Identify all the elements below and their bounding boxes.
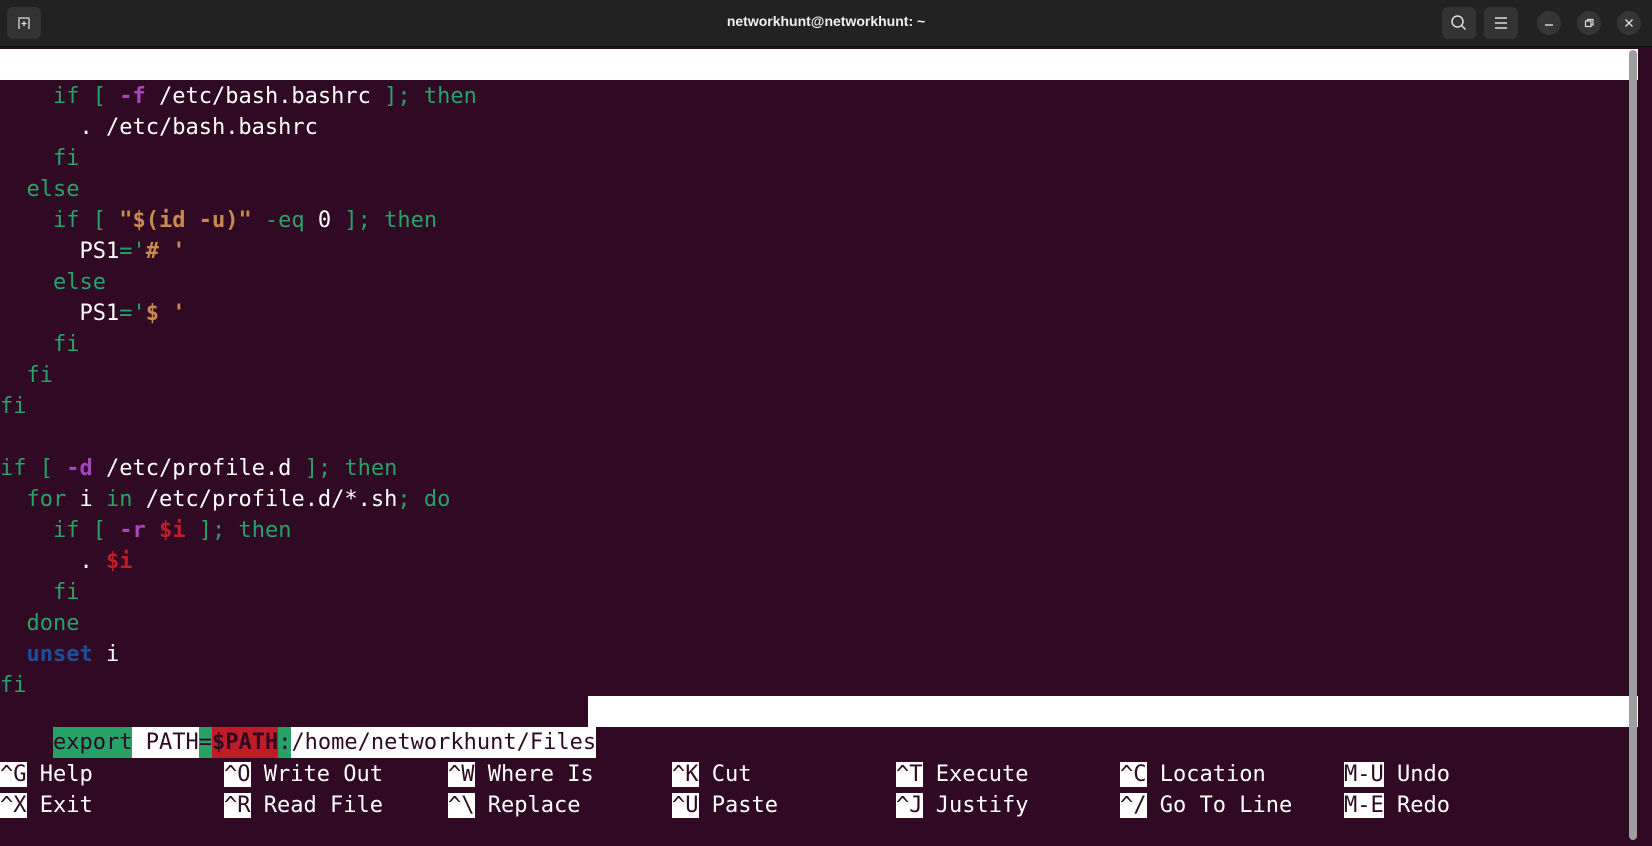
export-keyword: export — [52, 727, 133, 758]
edited-space — [132, 727, 146, 758]
code-line: if [ "$(id -u)" -eq 0 ]; then — [52, 208, 438, 233]
shortcut-label: Paste — [698, 793, 778, 818]
path-variable: $PATH — [211, 727, 279, 758]
shortcut-key: M-E — [1344, 793, 1384, 818]
shortcut-exit[interactable]: ^X Exit — [0, 790, 93, 821]
code-line: fi — [52, 332, 80, 357]
shortcut-location[interactable]: ^C Location — [1120, 759, 1266, 790]
search-icon — [1451, 15, 1467, 31]
shortcut-key: ^J — [896, 793, 923, 818]
shortcut-go-to-line[interactable]: ^/ Go To Line — [1120, 790, 1292, 821]
code-line: PS1='$ ' — [79, 301, 186, 326]
code-line: . /etc/bash.bashrc — [79, 115, 318, 140]
menu-button[interactable] — [1484, 7, 1518, 39]
shortcut-key: ^X — [0, 793, 27, 818]
shortcut-where-is[interactable]: ^W Where Is — [448, 759, 594, 790]
shortcut-label: Redo — [1383, 793, 1450, 818]
shortcut-cut[interactable]: ^K Cut — [672, 759, 751, 790]
colon: : — [278, 727, 292, 758]
shortcut-label: Exit — [26, 793, 93, 818]
shortcut-label: Undo — [1383, 762, 1450, 787]
nano-title-bar: GNU nano 7.2 /etc/profile * — [0, 49, 1638, 139]
code-line: if [ -f /etc/bash.bashrc ]; then — [52, 84, 477, 109]
scrollbar[interactable] — [1629, 50, 1637, 840]
shortcut-key: ^/ — [1120, 793, 1147, 818]
terminal-area[interactable]: GNU nano 7.2 /etc/profile * if [ -f /etc… — [0, 48, 1640, 846]
shortcut-read-file[interactable]: ^R Read File — [224, 790, 383, 821]
restore-icon — [1584, 18, 1594, 28]
shortcut-write-out[interactable]: ^O Write Out — [224, 759, 383, 790]
minimize-button[interactable] — [1537, 11, 1561, 35]
window-title: networkhunt@networkhunt: ~ — [726, 13, 926, 29]
edited-line[interactable]: export PATH=$PATH:/home/networkhunt/File… — [0, 696, 597, 758]
shortcut-key: ^\ — [448, 793, 475, 818]
shortcut-label: Justify — [922, 793, 1029, 818]
shortcut-justify[interactable]: ^J Justify — [896, 790, 1028, 821]
code-line: fi — [26, 363, 54, 388]
shortcut-label: Read File — [250, 793, 383, 818]
nano-filename: /etc/profile * — [772, 114, 958, 139]
close-icon — [1625, 19, 1633, 27]
shortcut-key: ^C — [1120, 762, 1147, 787]
shortcut-label: Execute — [922, 762, 1029, 787]
code-line: fi — [52, 580, 80, 605]
minimize-icon — [1545, 24, 1553, 26]
line-highlight — [588, 696, 1638, 727]
maximize-button[interactable] — [1577, 11, 1601, 35]
path-name: PATH — [145, 727, 199, 758]
code-line: for i in /etc/profile.d/*.sh; do — [26, 487, 451, 512]
shortcut-label: Where Is — [474, 762, 594, 787]
shortcut-key: ^O — [224, 762, 251, 787]
code-line: else — [26, 177, 80, 202]
hamburger-menu-icon — [1495, 17, 1507, 29]
shortcut-key: ^W — [448, 762, 475, 787]
search-button[interactable] — [1442, 7, 1476, 39]
shortcut-replace[interactable]: ^\ Replace — [448, 790, 580, 821]
shortcut-key: M-U — [1344, 762, 1384, 787]
close-button[interactable] — [1617, 11, 1641, 35]
equals-sign: = — [198, 727, 212, 758]
code-line: done — [26, 611, 80, 636]
shortcut-label: Help — [26, 762, 93, 787]
code-line: PS1='# ' — [79, 239, 186, 264]
shortcut-key: ^R — [224, 793, 251, 818]
shortcut-paste[interactable]: ^U Paste — [672, 790, 778, 821]
shortcut-label: Location — [1146, 762, 1266, 787]
shortcut-key: ^U — [672, 793, 699, 818]
path-value: /home/networkhunt/Files — [291, 727, 597, 758]
shortcut-redo[interactable]: M-E Redo — [1344, 790, 1450, 821]
code-line: fi — [52, 146, 80, 171]
code-line: else — [52, 270, 106, 295]
shortcut-label: Go To Line — [1146, 793, 1293, 818]
shortcut-execute[interactable]: ^T Execute — [896, 759, 1028, 790]
shortcut-key: ^T — [896, 762, 923, 787]
code-line: unset i — [26, 642, 120, 667]
code-line: if [ -d /etc/profile.d ]; then — [0, 456, 398, 481]
shortcut-label: Cut — [698, 762, 752, 787]
shortcut-key: ^K — [672, 762, 699, 787]
code-line: . $i — [79, 549, 133, 574]
shortcut-label: Write Out — [250, 762, 383, 787]
shortcut-undo[interactable]: M-U Undo — [1344, 759, 1450, 790]
code-line: if [ -r $i ]; then — [52, 518, 292, 543]
code-line: fi — [0, 394, 27, 419]
window-titlebar: networkhunt@networkhunt: ~ — [0, 0, 1652, 47]
shortcut-label: Replace — [474, 793, 581, 818]
shortcut-help[interactable]: ^G Help — [0, 759, 93, 790]
shortcut-key: ^G — [0, 762, 27, 787]
